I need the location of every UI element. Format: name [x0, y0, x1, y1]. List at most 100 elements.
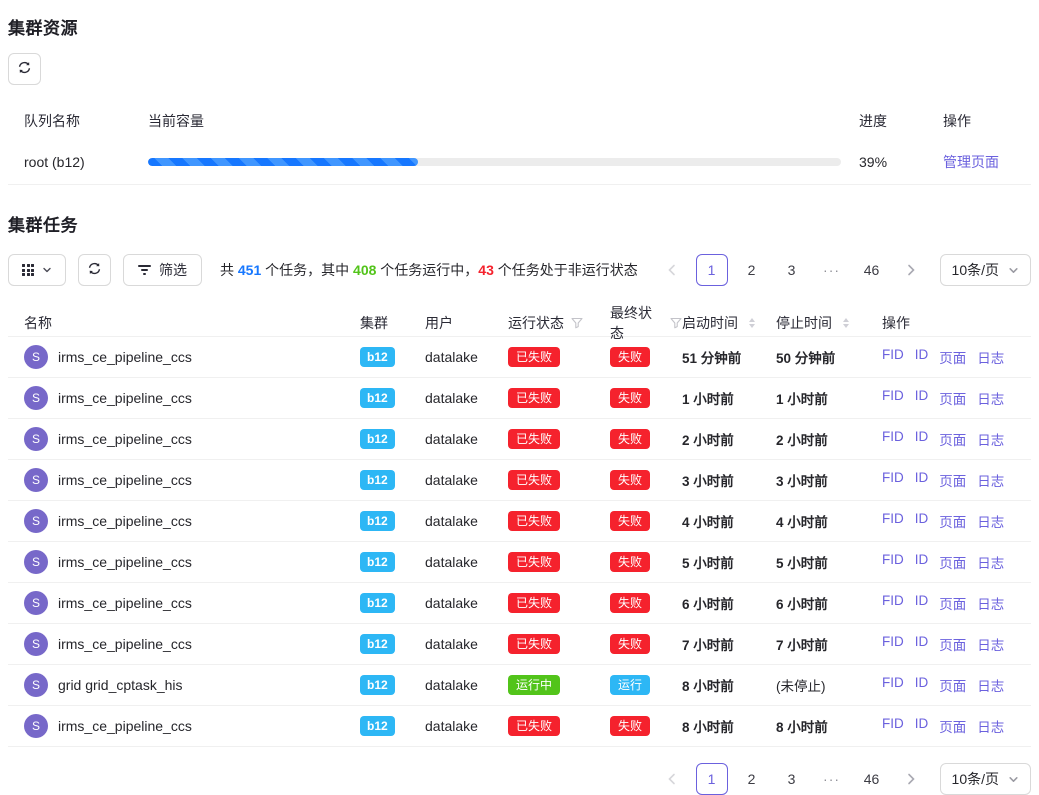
- task-action-link[interactable]: FID: [882, 470, 904, 490]
- task-action-link[interactable]: FID: [882, 347, 904, 367]
- final-status-filter-icon[interactable]: [670, 317, 682, 329]
- task-action-link[interactable]: ID: [915, 347, 929, 367]
- task-action-link[interactable]: 日志: [977, 388, 1004, 408]
- resources-refresh-button[interactable]: [8, 53, 41, 85]
- page-size-select[interactable]: 10条/页: [940, 763, 1031, 795]
- total-task-count: 451: [238, 262, 261, 278]
- task-action-link[interactable]: 页面: [939, 470, 966, 490]
- pages-ellipsis[interactable]: ···: [816, 763, 848, 795]
- task-actions: FID ID 页面日志: [880, 470, 1031, 490]
- task-action-link[interactable]: 日志: [977, 552, 1004, 572]
- page-1[interactable]: 1: [696, 763, 728, 795]
- stop-time: 50 分钟前: [776, 347, 880, 367]
- filter-button[interactable]: 筛选: [123, 254, 202, 286]
- col-final-status: 最终状态: [600, 303, 682, 343]
- nonrunning-task-count: 43: [478, 262, 494, 278]
- prev-page-icon[interactable]: [656, 254, 688, 286]
- task-action-link[interactable]: 日志: [977, 634, 1004, 654]
- task-action-link[interactable]: 日志: [977, 716, 1004, 736]
- task-action-link[interactable]: FID: [882, 511, 904, 531]
- task-user: datalake: [416, 390, 498, 406]
- table-row[interactable]: S irms_ce_pipeline_ccs b12 datalake 已失败 …: [8, 624, 1031, 665]
- run-status-tag: 已失败: [508, 388, 560, 408]
- run-status-tag: 已失败: [508, 511, 560, 531]
- task-user: datalake: [416, 349, 498, 365]
- final-status-tag: 失败: [610, 634, 650, 654]
- task-action-link[interactable]: ID: [915, 593, 929, 613]
- task-action-link[interactable]: 日志: [977, 511, 1004, 531]
- task-action-link[interactable]: FID: [882, 593, 904, 613]
- run-status-tag: 已失败: [508, 634, 560, 654]
- table-row[interactable]: S irms_ce_pipeline_ccs b12 datalake 已失败 …: [8, 460, 1031, 501]
- manage-page-link[interactable]: 管理页面: [943, 154, 999, 170]
- task-actions: FID ID 页面日志: [880, 716, 1031, 736]
- page-3[interactable]: 3: [776, 763, 808, 795]
- task-action-link[interactable]: 日志: [977, 675, 1004, 695]
- task-action-link[interactable]: 页面: [939, 552, 966, 572]
- page-2[interactable]: 2: [736, 763, 768, 795]
- cluster-badge: b12: [360, 552, 395, 572]
- table-row[interactable]: S irms_ce_pipeline_ccs b12 datalake 已失败 …: [8, 583, 1031, 624]
- task-action-link[interactable]: 日志: [977, 470, 1004, 490]
- table-row[interactable]: S grid grid_cptask_his b12 datalake 运行中 …: [8, 665, 1031, 706]
- avatar: S: [24, 386, 48, 410]
- page-size-select[interactable]: 10条/页: [940, 254, 1031, 286]
- stop-time-sort-icon[interactable]: [843, 318, 849, 328]
- task-action-link[interactable]: 页面: [939, 388, 966, 408]
- task-action-link[interactable]: 页面: [939, 429, 966, 449]
- page-2[interactable]: 2: [736, 254, 768, 286]
- task-action-link[interactable]: FID: [882, 716, 904, 736]
- table-row[interactable]: S irms_ce_pipeline_ccs b12 datalake 已失败 …: [8, 501, 1031, 542]
- task-action-link[interactable]: ID: [915, 552, 929, 572]
- tasks-refresh-button[interactable]: [78, 254, 111, 286]
- next-page-icon[interactable]: [896, 254, 928, 286]
- task-action-link[interactable]: ID: [915, 675, 929, 695]
- start-time: 51 分钟前: [682, 347, 776, 367]
- stop-time: 6 小时前: [776, 593, 880, 613]
- page-1[interactable]: 1: [696, 254, 728, 286]
- task-action-link[interactable]: 页面: [939, 347, 966, 367]
- tasks-summary: 共 451 个任务，其中 408 个任务运行中，43 个任务处于非运行状态: [220, 260, 638, 280]
- table-row[interactable]: S irms_ce_pipeline_ccs b12 datalake 已失败 …: [8, 542, 1031, 583]
- task-action-link[interactable]: FID: [882, 552, 904, 572]
- task-action-link[interactable]: FID: [882, 388, 904, 408]
- task-action-link[interactable]: 日志: [977, 429, 1004, 449]
- task-action-link[interactable]: 页面: [939, 593, 966, 613]
- avatar-letter: S: [32, 637, 40, 651]
- task-actions: FID ID 页面日志: [880, 593, 1031, 613]
- next-page-icon[interactable]: [896, 763, 928, 795]
- page-3[interactable]: 3: [776, 254, 808, 286]
- task-action-link[interactable]: FID: [882, 675, 904, 695]
- run-status-filter-icon[interactable]: [571, 317, 583, 329]
- stop-time: 8 小时前: [776, 716, 880, 736]
- column-settings-button[interactable]: [8, 254, 66, 286]
- task-action-link[interactable]: FID: [882, 429, 904, 449]
- page-last[interactable]: 46: [856, 254, 888, 286]
- task-action-link[interactable]: ID: [915, 634, 929, 654]
- page-last[interactable]: 46: [856, 763, 888, 795]
- cluster-badge: b12: [360, 634, 395, 654]
- table-row[interactable]: S irms_ce_pipeline_ccs b12 datalake 已失败 …: [8, 378, 1031, 419]
- task-action-link[interactable]: 日志: [977, 347, 1004, 367]
- task-action-link[interactable]: ID: [915, 470, 929, 490]
- start-time-sort-icon[interactable]: [749, 318, 755, 328]
- task-action-link[interactable]: 日志: [977, 593, 1004, 613]
- start-time: 6 小时前: [682, 593, 776, 613]
- final-status-tag: 失败: [610, 716, 650, 736]
- table-row[interactable]: S irms_ce_pipeline_ccs b12 datalake 已失败 …: [8, 419, 1031, 460]
- task-action-link[interactable]: ID: [915, 511, 929, 531]
- task-action-link[interactable]: 页面: [939, 634, 966, 654]
- task-action-link[interactable]: 页面: [939, 511, 966, 531]
- table-row[interactable]: S irms_ce_pipeline_ccs b12 datalake 已失败 …: [8, 706, 1031, 747]
- task-action-link[interactable]: FID: [882, 634, 904, 654]
- task-action-link[interactable]: 页面: [939, 716, 966, 736]
- task-action-link[interactable]: ID: [915, 716, 929, 736]
- task-action-link[interactable]: ID: [915, 429, 929, 449]
- stop-time: 4 小时前: [776, 511, 880, 531]
- task-action-link[interactable]: ID: [915, 388, 929, 408]
- table-row[interactable]: S irms_ce_pipeline_ccs b12 datalake 已失败 …: [8, 337, 1031, 378]
- final-status-tag: 运行: [610, 675, 650, 695]
- prev-page-icon[interactable]: [656, 763, 688, 795]
- task-action-link[interactable]: 页面: [939, 675, 966, 695]
- pages-ellipsis[interactable]: ···: [816, 254, 848, 286]
